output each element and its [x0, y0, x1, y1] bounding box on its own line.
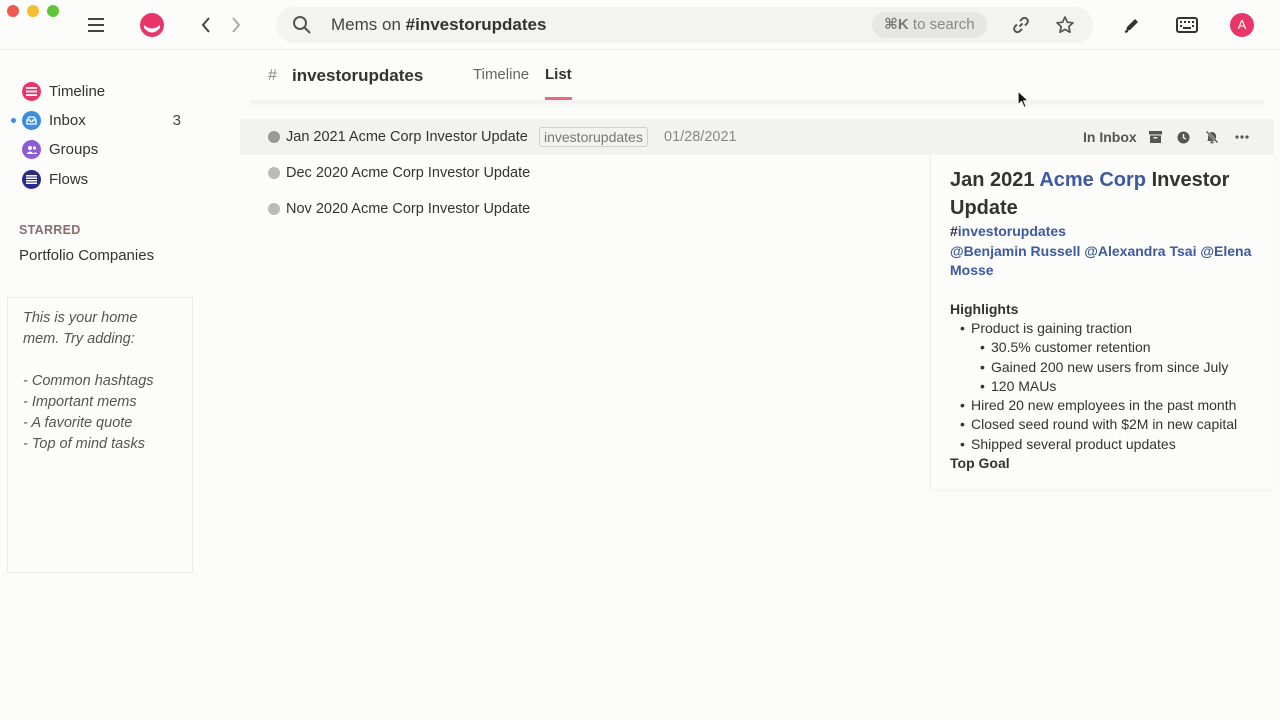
- avatar[interactable]: A: [1230, 13, 1254, 37]
- home-mem-line: - Common hashtags: [23, 373, 154, 389]
- tab-list[interactable]: List: [545, 66, 572, 83]
- list-item: Hired 20 new employees in the past month: [950, 396, 1260, 416]
- search-bar[interactable]: Mems on #investorupdates ⌘K to search: [276, 7, 1093, 43]
- tab-timeline[interactable]: Timeline: [473, 66, 529, 83]
- list-item: 120 MAUs: [950, 377, 1260, 397]
- main-header: # investorupdates Timeline List: [240, 51, 1280, 103]
- groups-icon: [22, 139, 41, 159]
- sidebar: Timeline Inbox 3 Groups Flows STARRED Po…: [0, 51, 200, 720]
- star-icon[interactable]: [1054, 14, 1076, 36]
- mem-status-dot: [268, 131, 280, 143]
- row-title[interactable]: Nov 2020 Acme Corp Investor Update: [286, 201, 530, 217]
- row-date: 01/28/2021: [664, 129, 737, 145]
- mem-status-dot: [268, 167, 280, 179]
- preview-title-link[interactable]: Acme Corp: [1039, 169, 1146, 191]
- hashtag-symbol: #: [268, 67, 277, 84]
- sidebar-item-flows[interactable]: Flows: [22, 168, 192, 190]
- page-title: investorupdates: [292, 66, 424, 85]
- preview-highlights-heading: Highlights: [950, 300, 1019, 317]
- search-icon: [292, 15, 312, 35]
- home-mem-line: [23, 350, 177, 371]
- home-mem-line: - Important mems: [23, 394, 137, 410]
- preview-fade: [931, 477, 1274, 489]
- list-item: Shipped several product updates: [950, 435, 1260, 455]
- preview-title: Jan 2021 Acme Corp Investor Update: [950, 169, 1230, 219]
- mem-logo-icon[interactable]: [139, 12, 165, 38]
- window-minimize-button[interactable]: [27, 5, 39, 17]
- sidebar-item-label: Inbox: [49, 111, 86, 129]
- window-close-button[interactable]: [7, 5, 19, 17]
- mute-bell-icon[interactable]: [1204, 129, 1220, 145]
- row-status: In Inbox: [1083, 129, 1137, 145]
- home-mem-line: - A favorite quote: [23, 415, 133, 431]
- back-icon[interactable]: [196, 14, 216, 36]
- sidebar-item-timeline[interactable]: Timeline: [22, 80, 192, 102]
- unread-indicator: [11, 118, 16, 123]
- sidebar-item-groups[interactable]: Groups: [22, 138, 192, 160]
- list-item: 30.5% customer retention: [950, 338, 1260, 358]
- mouse-cursor-icon: [1017, 90, 1031, 110]
- pen-icon[interactable]: [1121, 14, 1143, 36]
- sidebar-item-label: Timeline: [49, 82, 106, 100]
- menu-icon[interactable]: [86, 15, 106, 35]
- flows-icon: [22, 169, 41, 189]
- top-bar: Mems on #investorupdates ⌘K to search A: [0, 0, 1280, 50]
- home-mem-line: This is your home mem. Try adding:: [23, 310, 138, 347]
- preview-top-goal-heading: Top Goal: [950, 455, 1010, 472]
- list-item: Closed seed round with $2M in new capita…: [950, 415, 1260, 435]
- timeline-icon: [22, 81, 41, 101]
- row-title[interactable]: Dec 2020 Acme Corp Investor Update: [286, 165, 530, 181]
- starred-section-title: STARRED: [19, 223, 81, 237]
- header-divider: [250, 100, 1264, 108]
- clock-icon[interactable]: [1175, 129, 1191, 145]
- search-shortcut-hint: ⌘K to search: [872, 12, 987, 38]
- forward-icon[interactable]: [226, 14, 246, 36]
- window-maximize-button[interactable]: [47, 5, 59, 17]
- inbox-count: 3: [172, 111, 181, 129]
- home-mem-line: - Top of mind tasks: [23, 436, 145, 452]
- link-icon[interactable]: [1011, 15, 1031, 35]
- row-hashtag[interactable]: investorupdates: [539, 127, 648, 147]
- archive-icon[interactable]: [1147, 129, 1163, 145]
- sidebar-item-label: Flows: [49, 170, 89, 188]
- list-item: Product is gaining traction: [950, 319, 1260, 339]
- keyboard-icon[interactable]: [1175, 14, 1199, 36]
- mem-status-dot: [268, 203, 280, 215]
- list-item: Gained 200 new users from since July: [950, 358, 1260, 378]
- preview-mentions[interactable]: @Benjamin Russell @Alexandra Tsai @Elena…: [950, 242, 1260, 281]
- more-options-icon[interactable]: [1234, 129, 1250, 145]
- starred-item-portfolio-companies[interactable]: Portfolio Companies: [19, 247, 154, 264]
- search-query[interactable]: Mems on #investorupdates: [331, 15, 546, 35]
- home-mem[interactable]: This is your home mem. Try adding: - Com…: [7, 297, 193, 573]
- preview-hashtag[interactable]: #investorupdates: [950, 222, 1260, 242]
- table-row[interactable]: Jan 2021 Acme Corp Investor Update inves…: [240, 119, 1274, 155]
- row-title[interactable]: Jan 2021 Acme Corp Investor Update: [286, 129, 528, 145]
- sidebar-item-inbox[interactable]: Inbox 3: [11, 109, 192, 131]
- sidebar-item-label: Groups: [49, 140, 99, 158]
- mem-preview-panel[interactable]: Jan 2021 Acme Corp Investor Update #inve…: [930, 155, 1274, 489]
- inbox-icon: [22, 110, 41, 130]
